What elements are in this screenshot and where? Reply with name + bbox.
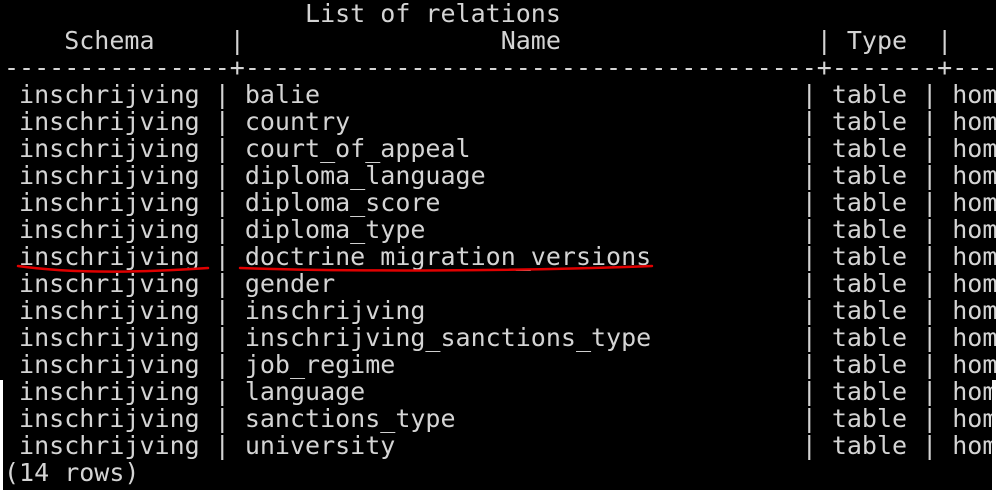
underline-name-mark bbox=[238, 264, 654, 272]
underline-schema-mark bbox=[16, 264, 210, 273]
terminal-window: List of relations Schema | Name | Type |… bbox=[0, 0, 996, 490]
window-edge-left bbox=[0, 380, 3, 490]
window-edge-right bbox=[992, 380, 996, 490]
red-underline-annotation bbox=[16, 264, 654, 273]
